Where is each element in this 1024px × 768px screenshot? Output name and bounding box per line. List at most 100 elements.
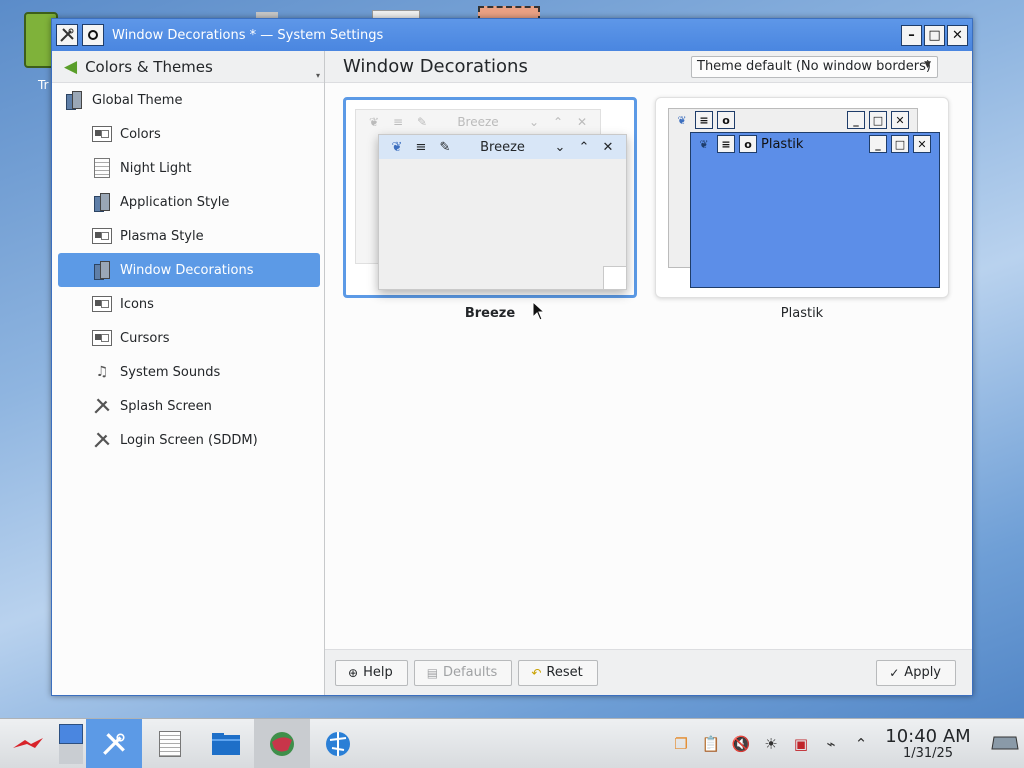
sidebar-item-label: Night Light <box>120 160 192 176</box>
apply-button[interactable]: ✓ Apply <box>876 659 956 686</box>
decoration-card-plastik[interactable]: ❦ ≡ o _ □ ✕ ❦ ≡ o Plastik _ □ ✕ <box>655 97 949 298</box>
chevron-down-icon: ▼ <box>924 59 931 70</box>
close-icon: ✕ <box>891 111 909 129</box>
maximize-icon: □ <box>869 111 887 129</box>
sidebar-item-login-screen[interactable]: Login Screen (SDDM) <box>52 423 324 457</box>
reset-button[interactable]: ↶ Reset <box>518 659 598 686</box>
chevron-up-icon[interactable]: ⌃ <box>846 735 876 753</box>
sidebar-item-label: Colors <box>120 126 161 142</box>
folder-icon <box>212 732 240 755</box>
chevron-up-icon: ⌃ <box>578 139 590 155</box>
main-panel: Window Decorations Theme default (No win… <box>325 51 972 695</box>
task-text-editor[interactable] <box>142 719 198 768</box>
minimize-icon: _ <box>847 111 865 129</box>
app-icon: ❦ <box>677 113 687 127</box>
close-icon: ✕ <box>576 115 588 129</box>
system-settings-app-icon[interactable] <box>56 24 78 46</box>
pin-icon: ✎ <box>439 139 451 155</box>
preview-title: Breeze <box>457 115 499 129</box>
window-titlebar[interactable]: Window Decorations * — System Settings –… <box>52 19 972 51</box>
web-browser-icon <box>326 731 350 756</box>
undo-icon: ↶ <box>531 665 542 680</box>
help-button[interactable]: ⊕ Help <box>335 659 408 686</box>
chevron-down-icon: ⌄ <box>528 115 540 129</box>
sidebar-item-system-sounds[interactable]: ♫ System Sounds <box>52 355 324 389</box>
cursors-icon <box>92 328 112 348</box>
colors-icon <box>92 124 112 144</box>
maximize-button[interactable]: □ <box>924 24 945 46</box>
sidebar-item-colors[interactable]: Colors <box>52 117 324 151</box>
text-editor-icon <box>159 730 181 757</box>
sidebar-item-plasma-style[interactable]: Plasma Style <box>52 219 324 253</box>
window-menu-icon[interactable] <box>82 24 104 46</box>
virtual-desktop-pager[interactable] <box>56 719 86 768</box>
task-file-manager[interactable] <box>198 719 254 768</box>
system-sounds-icon: ♫ <box>95 364 109 380</box>
sidebar-item-label: Cursors <box>120 330 170 346</box>
task-network-browser[interactable] <box>310 719 366 768</box>
sidebar-item-window-decorations[interactable]: Window Decorations <box>58 253 320 287</box>
help-button-label: Help <box>363 665 393 680</box>
main-header: Window Decorations Theme default (No win… <box>325 51 972 83</box>
login-screen-icon <box>92 430 112 450</box>
page-title: Window Decorations <box>343 56 528 77</box>
maximize-icon: □ <box>891 135 909 153</box>
defaults-icon: ▤ <box>426 665 439 680</box>
border-size-select[interactable]: Theme default (No window borders) ▼ <box>691 55 938 78</box>
app-icon: ❦ <box>391 139 403 155</box>
close-icon: ✕ <box>602 139 614 155</box>
menu-icon: ≡ <box>695 111 713 129</box>
brightness-icon[interactable]: ☀ <box>756 735 786 753</box>
defaults-button-label: Defaults <box>443 665 498 680</box>
sidebar-item-global-theme[interactable]: Global Theme <box>52 83 324 117</box>
window-menu-icon: o <box>739 135 757 153</box>
help-icon: ⊕ <box>348 665 359 680</box>
application-launcher-button[interactable] <box>0 719 56 768</box>
trash-desktop-label: Tr <box>38 78 49 92</box>
settings-sidebar: ◀ Colors & Themes ▾ Global Theme Colors … <box>52 51 325 695</box>
clock-date: 1/31/25 <box>902 745 954 761</box>
task-system-settings[interactable] <box>86 718 142 768</box>
night-light-icon <box>92 158 112 178</box>
minimize-button[interactable]: – <box>901 24 922 46</box>
window-decorations-icon <box>92 260 112 280</box>
sidebar-item-icons[interactable]: Icons <box>52 287 324 321</box>
sidebar-item-application-style[interactable]: Application Style <box>52 185 324 219</box>
global-theme-icon <box>64 90 84 110</box>
menu-icon: ≡ <box>415 139 427 155</box>
window-menu-icon: o <box>717 111 735 129</box>
clock-time: 10:40 AM <box>885 725 971 747</box>
show-desktop-icon[interactable] <box>986 733 1024 755</box>
disks-devices-icon[interactable]: ▣ <box>786 735 816 753</box>
icons-icon <box>92 294 112 314</box>
clipboard-icon[interactable]: 📋 <box>696 735 726 753</box>
audio-muted-icon[interactable]: 🔇 <box>726 735 756 753</box>
checkmark-icon: ✓ <box>889 665 900 680</box>
task-browser[interactable] <box>254 718 310 768</box>
app-icon: ❦ <box>699 137 709 151</box>
notifications-icon[interactable]: ❐ <box>666 735 696 753</box>
decoration-card-breeze[interactable]: ❦ ≡ ✎ Breeze ⌄ ⌃ ✕ ❦ ≡ ✎ Breeze ⌄ ⌃ ✕ <box>343 97 637 298</box>
minimize-icon: _ <box>869 135 887 153</box>
sidebar-item-cursors[interactable]: Cursors <box>52 321 324 355</box>
window-title: Window Decorations * — System Settings <box>112 27 384 43</box>
digital-clock[interactable]: 10:40 AM 1/31/25 <box>880 727 976 761</box>
sidebar-item-splash-screen[interactable]: Splash Screen <box>52 389 324 423</box>
decoration-label-plastik: Plastik <box>780 306 824 321</box>
globe-icon <box>270 731 294 756</box>
back-arrow-icon[interactable]: ◀ <box>64 57 77 77</box>
defaults-button[interactable]: ▤ Defaults <box>413 659 513 686</box>
desktop-2-cell[interactable] <box>59 743 83 764</box>
sidebar-back-header[interactable]: ◀ Colors & Themes ▾ <box>52 51 324 83</box>
sidebar-item-night-light[interactable]: Night Light <box>52 151 324 185</box>
sidebar-item-label: Window Decorations <box>120 262 254 278</box>
desktop-1-cell[interactable] <box>59 723 83 744</box>
menu-icon: ≡ <box>392 115 404 129</box>
system-tray: ❐ 📋 🔇 ☀ ▣ ⌁ ⌃ 10:40 AM 1/31/25 <box>666 719 1024 768</box>
close-button[interactable]: ✕ <box>947 24 968 46</box>
application-style-icon <box>92 192 112 212</box>
taskbar: ❐ 📋 🔇 ☀ ▣ ⌁ ⌃ 10:40 AM 1/31/25 <box>0 718 1024 768</box>
system-settings-window: Window Decorations * — System Settings –… <box>51 18 973 696</box>
network-icon[interactable]: ⌁ <box>816 735 846 753</box>
reset-button-label: Reset <box>546 665 583 680</box>
